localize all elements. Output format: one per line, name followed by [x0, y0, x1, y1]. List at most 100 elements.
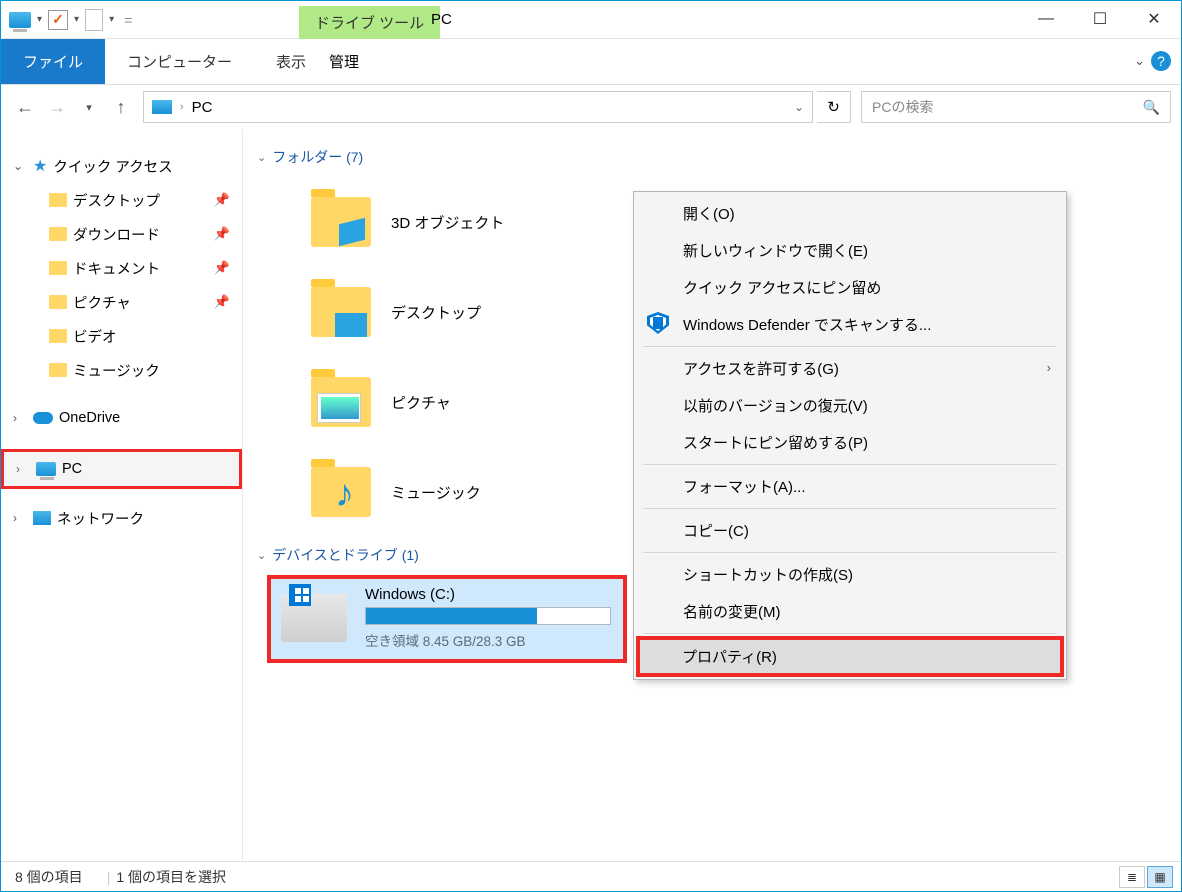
pc-icon — [152, 100, 172, 114]
recent-locations-button[interactable]: ▾ — [75, 93, 103, 121]
ctx-label: クイック アクセスにピン留め — [683, 280, 881, 297]
drive-tools-context-tab[interactable]: ドライブ ツール — [299, 6, 440, 39]
status-bar: 8 個の項目 | 1 個の項目を選択 ≣ ▦ — [1, 861, 1181, 891]
ctx-label: ショートカットの作成(S) — [683, 567, 853, 584]
address-dropdown-icon[interactable]: ⌄ — [794, 100, 804, 114]
window-title: PC — [431, 11, 452, 28]
ctx-pin-quick-access[interactable]: クイック アクセスにピン留め — [637, 269, 1063, 306]
tree-pc[interactable]: › PC — [1, 449, 242, 489]
forward-button[interactable]: → — [43, 93, 71, 121]
address-bar[interactable]: › PC ⌄ — [143, 91, 813, 123]
ctx-label: アクセスを許可する(G) — [683, 361, 839, 378]
refresh-button[interactable]: ↻ — [817, 91, 851, 123]
file-icon[interactable] — [85, 9, 103, 31]
separator — [643, 346, 1057, 347]
ctx-label: スタートにピン留めする(P) — [683, 435, 868, 452]
chevron-down-icon[interactable]: ▾ — [109, 14, 114, 25]
pc-icon — [36, 462, 56, 476]
up-button[interactable]: ↑ — [107, 93, 135, 121]
tree-music[interactable]: ミュージック — [1, 353, 242, 387]
tree-label: ダウンロード — [73, 224, 160, 245]
ctx-windows-defender-scan[interactable]: Windows Defender でスキャンする... — [637, 306, 1063, 343]
pc-icon — [9, 12, 31, 28]
ctx-grant-access[interactable]: アクセスを許可する(G) › — [637, 350, 1063, 387]
ctx-restore-previous[interactable]: 以前のバージョンの復元(V) — [637, 387, 1063, 424]
view-tiles-button[interactable]: ▦ — [1147, 866, 1173, 888]
ribbon: ファイル コンピューター 表示 管理 ⌄ ? — [1, 39, 1181, 85]
tree-label: ピクチャ — [73, 292, 131, 313]
breadcrumb-pc[interactable]: PC — [192, 99, 213, 116]
search-input[interactable]: PCの検索 🔍 — [861, 91, 1171, 123]
maximize-button[interactable]: ☐ — [1073, 1, 1127, 37]
tree-videos[interactable]: ビデオ — [1, 319, 242, 353]
tree-pictures[interactable]: ピクチャ 📌 — [1, 285, 242, 319]
tree-quick-access[interactable]: ⌄ ★ クイック アクセス — [1, 149, 242, 183]
ctx-label: 以前のバージョンの復元(V) — [683, 398, 868, 415]
chevron-right-icon[interactable]: › — [13, 411, 27, 425]
tab-computer[interactable]: コンピューター — [105, 39, 254, 84]
tree-label: ミュージック — [73, 360, 160, 381]
chevron-right-icon: › — [1047, 360, 1051, 375]
ctx-pin-start[interactable]: スタートにピン留めする(P) — [637, 424, 1063, 461]
drive-c[interactable]: Windows (C:) 空き領域 8.45 GB/28.3 GB — [267, 575, 627, 663]
ctx-copy[interactable]: コピー(C) — [637, 512, 1063, 549]
ctx-open-new-window[interactable]: 新しいウィンドウで開く(E) — [637, 232, 1063, 269]
pin-icon: 📌 — [214, 260, 230, 276]
ctx-label: 開く(O) — [683, 206, 735, 223]
tree-onedrive[interactable]: › OneDrive — [1, 401, 242, 435]
separator — [643, 464, 1057, 465]
context-menu: 開く(O) 新しいウィンドウで開く(E) クイック アクセスにピン留め Wind… — [633, 191, 1067, 680]
group-label: デバイスとドライブ (1) — [272, 545, 419, 565]
tree-network[interactable]: › ネットワーク — [1, 501, 242, 535]
close-button[interactable]: ✕ — [1127, 1, 1181, 37]
ctx-properties[interactable]: プロパティ(R) — [636, 636, 1064, 677]
help-icon[interactable]: ? — [1151, 51, 1171, 71]
chevron-down-icon[interactable]: ▾ — [74, 14, 79, 25]
chevron-down-icon[interactable]: ▾ — [37, 14, 42, 25]
ctx-label: Windows Defender でスキャンする... — [683, 317, 931, 334]
chevron-right-icon[interactable]: › — [16, 462, 30, 476]
group-folders-header[interactable]: ⌄ フォルダー (7) — [257, 147, 1173, 167]
qat-overflow[interactable]: = — [124, 12, 132, 28]
qat: ▾ ✓ ▾ ▾ = — [1, 9, 140, 31]
tree-label: デスクトップ — [73, 190, 160, 211]
chevron-down-icon[interactable]: ⌄ — [257, 151, 266, 164]
pin-icon: 📌 — [214, 294, 230, 310]
caret-down-icon[interactable]: ⌄ — [13, 159, 27, 173]
separator — [643, 552, 1057, 553]
ctx-format[interactable]: フォーマット(A)... — [637, 468, 1063, 505]
folder-icon — [49, 227, 67, 241]
ctx-open[interactable]: 開く(O) — [637, 195, 1063, 232]
tree-documents[interactable]: ドキュメント 📌 — [1, 251, 242, 285]
chevron-down-icon[interactable]: ⌄ — [257, 549, 266, 562]
folder-icon — [311, 467, 371, 517]
drive-free-text: 空き領域 8.45 GB/28.3 GB — [365, 630, 611, 650]
folder-icon — [311, 287, 371, 337]
minimize-button[interactable]: — — [1019, 1, 1073, 37]
tree-desktop[interactable]: デスクトップ 📌 — [1, 183, 242, 217]
ctx-create-shortcut[interactable]: ショートカットの作成(S) — [637, 556, 1063, 593]
ctx-label: コピー(C) — [683, 523, 749, 540]
folder-icon — [49, 261, 67, 275]
tree-downloads[interactable]: ダウンロード 📌 — [1, 217, 242, 251]
ctx-label: フォーマット(A)... — [683, 479, 806, 496]
back-button[interactable]: ← — [11, 93, 39, 121]
chevron-right-icon[interactable]: › — [180, 101, 184, 113]
view-details-button[interactable]: ≣ — [1119, 866, 1145, 888]
tree-label: PC — [62, 461, 82, 477]
shield-icon — [647, 312, 669, 334]
ctx-rename[interactable]: 名前の変更(M) — [637, 593, 1063, 630]
address-row: ← → ▾ ↑ › PC ⌄ ↻ PCの検索 🔍 — [1, 85, 1181, 129]
tab-file[interactable]: ファイル — [1, 39, 105, 84]
tree-label: ネットワーク — [57, 508, 144, 529]
drive-capacity-bar — [365, 607, 611, 625]
tab-manage[interactable]: 管理 — [301, 39, 387, 84]
folder-label: ミュージック — [391, 482, 481, 503]
chevron-right-icon[interactable]: › — [13, 511, 27, 525]
title-bar: ▾ ✓ ▾ ▾ = ドライブ ツール PC — ☐ ✕ — [1, 1, 1181, 39]
ribbon-expand-icon[interactable]: ⌄ — [1134, 53, 1145, 69]
status-selected-count: 1 個の項目を選択 — [116, 867, 226, 887]
properties-qat-icon[interactable]: ✓ — [48, 10, 68, 30]
folder-label: 3D オブジェクト — [391, 212, 504, 233]
tree-label: クイック アクセス — [53, 156, 172, 177]
